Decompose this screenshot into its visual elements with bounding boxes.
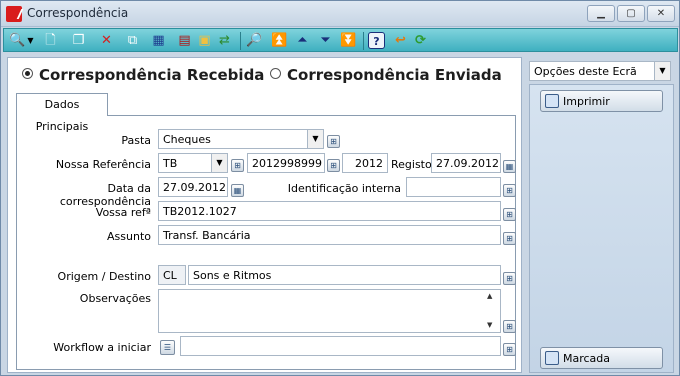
- nossa-ref-number-field[interactable]: 2012998999: [247, 153, 325, 173]
- preview-icon[interactable]: 🔎: [246, 32, 263, 49]
- tab-dados-principais[interactable]: Dados Principais: [16, 93, 108, 133]
- calendar-icon[interactable]: ▦: [503, 160, 516, 173]
- options-select[interactable]: Opções deste Ecrã ▼: [529, 61, 671, 81]
- delete-icon[interactable]: ✕: [98, 32, 115, 49]
- obs-textarea[interactable]: [158, 289, 501, 333]
- app-window: Correspondência ▁ ▢ ✕ 🔍 ▼ 🗋 ❐ ✕ ⧉ ▦ ▤ ▣ …: [0, 0, 680, 376]
- assunto-field[interactable]: Transf. Bancária: [158, 225, 501, 245]
- vossa-ref-field[interactable]: TB2012.1027: [158, 201, 501, 221]
- workflow-label: Workflow a iniciar: [53, 341, 151, 354]
- main-content: Correspondência Recebida Correspondência…: [7, 57, 522, 373]
- last-record-icon[interactable]: ⏬: [340, 32, 357, 49]
- maximize-button[interactable]: ▢: [617, 5, 645, 22]
- print-icon: [545, 94, 559, 108]
- marked-button[interactable]: Marcada: [540, 347, 663, 369]
- pasta-value: Cheques: [163, 133, 211, 146]
- help-icon[interactable]: ?: [368, 32, 385, 49]
- next-record-icon[interactable]: ⏷: [317, 32, 334, 49]
- app-logo-icon: [6, 6, 22, 22]
- print-button-label: Imprimir: [563, 95, 610, 108]
- ident-field[interactable]: [406, 177, 501, 197]
- lookup-icon[interactable]: ⊞: [503, 184, 516, 197]
- origem-code-field[interactable]: CL: [158, 265, 186, 285]
- nossa-ref-series-value: TB: [163, 157, 178, 170]
- chevron-down-icon[interactable]: ▼: [654, 62, 670, 80]
- obs-label: Observações: [79, 292, 151, 305]
- radio-dot-icon: [270, 68, 281, 79]
- data-label: Data da correspondência: [59, 182, 151, 208]
- radio-sent-label: Correspondência Enviada: [287, 66, 502, 84]
- checkbox-icon: [545, 351, 559, 365]
- lookup-icon[interactable]: ⊞: [503, 232, 516, 245]
- export-icon[interactable]: ⧉: [124, 32, 141, 49]
- radio-sent[interactable]: Correspondência Enviada: [270, 66, 502, 84]
- nossa-ref-label: Nossa Referência: [55, 158, 151, 171]
- calendar-icon[interactable]: ▦: [231, 184, 244, 197]
- window-title: Correspondência: [27, 6, 129, 20]
- registo-label: Registo: [391, 158, 432, 171]
- origem-name-field[interactable]: Sons e Ritmos: [188, 265, 501, 285]
- lookup-icon[interactable]: ⊞: [231, 159, 244, 172]
- origem-label: Origem / Destino: [57, 270, 151, 283]
- scroll-up-icon[interactable]: ▲: [487, 292, 499, 300]
- refresh-icon[interactable]: ⟳: [412, 32, 429, 49]
- lookup-icon[interactable]: ⊞: [503, 208, 516, 221]
- new-document-icon[interactable]: 🗋: [42, 32, 59, 49]
- close-button[interactable]: ✕: [647, 5, 675, 22]
- options-sidebar: Opções deste Ecrã ▼ Imprimir Marcada: [529, 57, 674, 373]
- print-button[interactable]: Imprimir: [540, 90, 663, 112]
- print-icon[interactable]: ▤: [176, 32, 193, 49]
- main-toolbar: 🔍 ▼ 🗋 ❐ ✕ ⧉ ▦ ▤ ▣ ⇄ 🔎 ⏫ ⏶ ⏷ ⏬ ? ↩ ⟳: [3, 28, 678, 52]
- radio-received-label: Correspondência Recebida: [39, 66, 265, 84]
- workflow-list-icon[interactable]: ☰: [160, 340, 175, 355]
- workflow-field[interactable]: [180, 336, 501, 356]
- radio-received[interactable]: Correspondência Recebida: [22, 66, 264, 84]
- form-panel: Pasta Cheques ▼ ⊞ Nossa Referência TB ▼ …: [16, 115, 516, 370]
- lookup-icon[interactable]: ⊞: [327, 135, 340, 148]
- prev-record-icon[interactable]: ⏶: [294, 32, 311, 49]
- lookup-icon[interactable]: ⊞: [503, 343, 516, 356]
- toolbar-separator: [240, 32, 241, 50]
- scroll-down-icon[interactable]: ▼: [487, 321, 499, 329]
- data-field[interactable]: 27.09.2012: [158, 177, 228, 197]
- registo-date-field[interactable]: 27.09.2012: [431, 153, 501, 173]
- minimize-button[interactable]: ▁: [587, 5, 615, 22]
- toolbar-separator: [363, 32, 364, 50]
- options-panel: Imprimir Marcada: [529, 84, 674, 373]
- first-record-icon[interactable]: ⏫: [271, 32, 288, 49]
- options-label: Opções deste Ecrã: [534, 65, 637, 78]
- marked-button-label: Marcada: [563, 352, 611, 365]
- nossa-ref-series-select[interactable]: TB ▼: [158, 153, 228, 173]
- ident-label: Identificação interna: [287, 182, 401, 195]
- grid-icon[interactable]: ▦: [150, 32, 167, 49]
- chevron-down-icon[interactable]: ▼: [307, 130, 323, 148]
- nossa-ref-year-field[interactable]: 2012: [342, 153, 388, 173]
- title-bar: Correspondência ▁ ▢ ✕: [1, 1, 679, 27]
- lookup-icon[interactable]: ⊞: [503, 272, 516, 285]
- pasta-select[interactable]: Cheques ▼: [158, 129, 324, 149]
- search-icon[interactable]: 🔍: [9, 32, 26, 49]
- folder-icon[interactable]: ▣: [196, 32, 213, 49]
- transfer-icon[interactable]: ⇄: [216, 32, 233, 49]
- chevron-down-icon[interactable]: ▼: [26, 32, 35, 49]
- chevron-down-icon[interactable]: ▼: [211, 154, 227, 172]
- vossa-ref-label: Vossa refª: [95, 206, 151, 219]
- lookup-icon[interactable]: ⊞: [503, 320, 516, 333]
- assunto-label: Assunto: [107, 230, 151, 243]
- lookup-icon[interactable]: ⊞: [327, 159, 340, 172]
- copy-document-icon[interactable]: ❐: [70, 32, 87, 49]
- radio-dot-icon: [22, 68, 33, 79]
- back-icon[interactable]: ↩: [392, 32, 409, 49]
